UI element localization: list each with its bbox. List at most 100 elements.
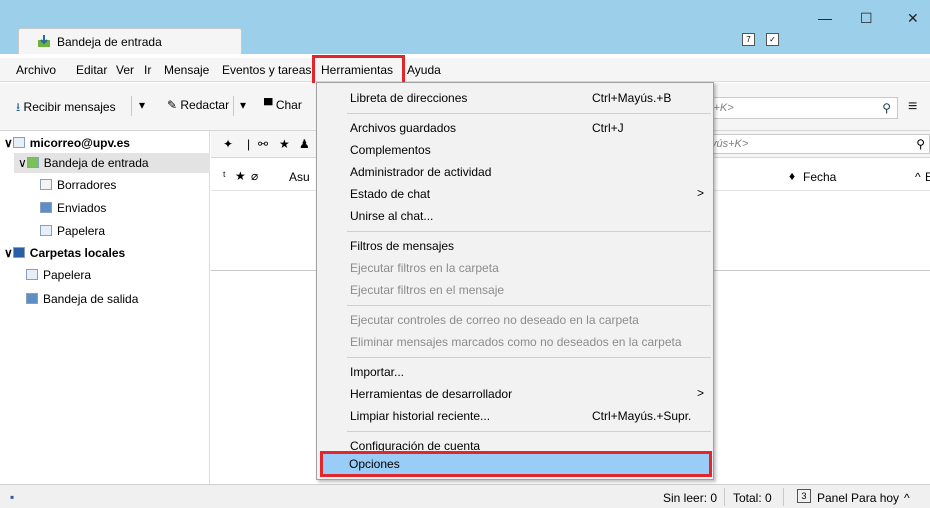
separator: |	[247, 137, 251, 151]
today-pane-button[interactable]: Panel Para hoy	[817, 491, 899, 505]
menu-item-administrador[interactable]: Administrador de actividad	[317, 161, 713, 183]
menu-mensaje[interactable]: Mensaje	[164, 63, 209, 77]
menu-item-limpiar-historial[interactable]: Limpiar historial reciente... Ctrl+Mayús…	[317, 405, 713, 427]
divider	[783, 488, 784, 506]
tab-title: Bandeja de entrada	[57, 35, 162, 49]
folder-drafts[interactable]: Borradores	[40, 178, 116, 192]
menu-editar[interactable]: Editar	[76, 63, 107, 77]
inbox-icon	[37, 34, 51, 51]
divider	[233, 96, 234, 116]
menu-item-shortcut: Ctrl+Mayús.+B	[592, 91, 672, 105]
computer-icon	[12, 247, 25, 258]
menu-item-label: Ejecutar controles de correo no deseado …	[350, 313, 639, 327]
maximize-button[interactable]: ☐	[860, 10, 873, 27]
menu-ayuda[interactable]: Ayuda	[407, 63, 441, 77]
menu-item-filtros[interactable]: Filtros de mensajes	[317, 235, 713, 257]
compose-dropdown[interactable]: ▾	[240, 98, 246, 112]
folder-account[interactable]: ∨ micorreo@upv.es	[4, 136, 130, 150]
outbox-icon	[26, 293, 38, 304]
total-count: Total: 0	[733, 491, 772, 505]
menu-bar: Archivo Editar Ver Ir Mensaje Eventos y …	[0, 58, 930, 82]
menu-ir[interactable]: Ir	[144, 63, 151, 77]
contact-icon[interactable]: ♟	[299, 137, 310, 151]
column-extra[interactable]: E	[925, 170, 930, 184]
search-icon: ⚲	[916, 137, 925, 151]
divider	[724, 488, 725, 506]
junk-column-icon[interactable]: ♦	[789, 169, 795, 183]
menu-item-opciones[interactable]: Opciones	[320, 451, 712, 477]
threads-icon[interactable]: ⚯	[258, 137, 268, 151]
menu-eventos[interactable]: Eventos y tareas	[222, 63, 311, 77]
get-mail-dropdown[interactable]: ▾	[139, 98, 145, 112]
drafts-icon	[40, 179, 52, 190]
get-mail-label: Recibir mensajes	[23, 100, 116, 114]
menu-item-archivos[interactable]: Archivos guardados Ctrl+J	[317, 117, 713, 139]
menu-item-label: Eliminar mensajes marcados como no desea…	[350, 335, 682, 349]
attachment-column-icon[interactable]: ⌀	[251, 169, 258, 183]
local-trash-label: Papelera	[43, 268, 92, 282]
chevron-right-icon: >	[697, 386, 705, 400]
menu-item-complementos[interactable]: Complementos	[317, 139, 713, 161]
search-icon: ⚲	[882, 101, 891, 115]
thread-column-icon[interactable]: ᵗ	[223, 169, 226, 183]
inbox-label: Bandeja de entrada	[43, 156, 149, 170]
tasks-icon[interactable]: ✓	[766, 33, 779, 46]
menu-ver[interactable]: Ver	[116, 63, 134, 77]
title-bar: Bandeja de entrada 7 ✓ — ☐ ✕	[0, 0, 930, 54]
menu-item-shortcut: Ctrl+Mayús.+Supr.	[592, 409, 692, 423]
menu-separator	[347, 113, 711, 114]
chevron-down-icon: ∨	[4, 136, 13, 150]
outbox-label: Bandeja de salida	[43, 292, 139, 306]
menu-item-label: Estado de chat	[350, 187, 431, 201]
chat-button[interactable]: ▀ Char	[264, 98, 302, 112]
chat-icon: ▀	[264, 98, 276, 112]
tab-inbox[interactable]: Bandeja de entrada	[18, 28, 242, 54]
sent-label: Enviados	[57, 201, 107, 215]
folder-inbox[interactable]: ∨ Bandeja de entrada	[18, 156, 149, 170]
divider	[131, 96, 132, 116]
download-icon: ⭳	[16, 100, 24, 114]
menu-item-label: Archivos guardados	[350, 121, 457, 135]
pencil-icon: ✎	[167, 98, 181, 112]
column-date[interactable]: Fecha	[803, 170, 836, 184]
mail-account-icon	[12, 137, 25, 148]
folder-sent[interactable]: Enviados	[40, 201, 106, 215]
trash-icon	[40, 225, 52, 236]
online-status-icon[interactable]: ▪	[10, 490, 14, 504]
compose-button[interactable]: ✎ Redactar	[167, 98, 229, 112]
app-menu-icon[interactable]: ≡	[908, 98, 917, 116]
menu-item-libreta[interactable]: Libreta de direcciones Ctrl+Mayús.+B	[317, 87, 713, 109]
menu-archivo[interactable]: Archivo	[16, 63, 56, 77]
menu-item-unirse-chat[interactable]: Unirse al chat...	[317, 205, 713, 227]
menu-item-ejecutar-no-deseado: Ejecutar controles de correo no deseado …	[317, 309, 713, 331]
menu-item-label: Unirse al chat...	[350, 209, 434, 223]
menu-separator	[347, 231, 711, 232]
herramientas-menu: Libreta de direcciones Ctrl+Mayús.+B Arc…	[316, 82, 714, 480]
menu-item-label: Complementos	[350, 143, 431, 157]
get-mail-button[interactable]: ⭳ Recibir mensajes	[16, 98, 116, 119]
column-subject[interactable]: Asu	[289, 170, 310, 184]
menu-item-importar[interactable]: Importar...	[317, 361, 713, 383]
calendar-icon[interactable]: 7	[742, 33, 755, 46]
calendar-icon: 3	[797, 489, 811, 503]
search-input[interactable]: l+K> ⚲	[708, 97, 898, 119]
menu-item-herramientas-desarrollador[interactable]: Herramientas de desarrollador >	[317, 383, 713, 405]
menu-item-estado-chat[interactable]: Estado de chat >	[317, 183, 713, 205]
folder-local-trash[interactable]: Papelera	[26, 268, 91, 282]
folder-outbox[interactable]: Bandeja de salida	[26, 292, 138, 306]
minimize-button[interactable]: —	[818, 10, 832, 26]
quick-filter-input[interactable]: yús+K> ⚲	[708, 134, 930, 154]
chevron-up-icon[interactable]: ^	[904, 491, 910, 505]
close-button[interactable]: ✕	[907, 10, 919, 27]
folder-trash[interactable]: Papelera	[40, 224, 105, 238]
status-bar: ▪ Sin leer: 0 Total: 0 3 Panel Para hoy …	[0, 484, 930, 508]
pin-icon[interactable]: ✦	[223, 137, 233, 151]
folder-local[interactable]: ∨ Carpetas locales	[4, 246, 125, 260]
menu-item-label: Administrador de actividad	[350, 165, 492, 179]
star-column-icon[interactable]: ★	[235, 169, 246, 183]
menu-item-label: Herramientas de desarrollador	[350, 387, 513, 401]
star-icon[interactable]: ★	[279, 137, 290, 151]
chat-label: Char	[275, 98, 302, 112]
local-folders-label: Carpetas locales	[29, 246, 126, 260]
menu-item-label: Filtros de mensajes	[350, 239, 455, 253]
